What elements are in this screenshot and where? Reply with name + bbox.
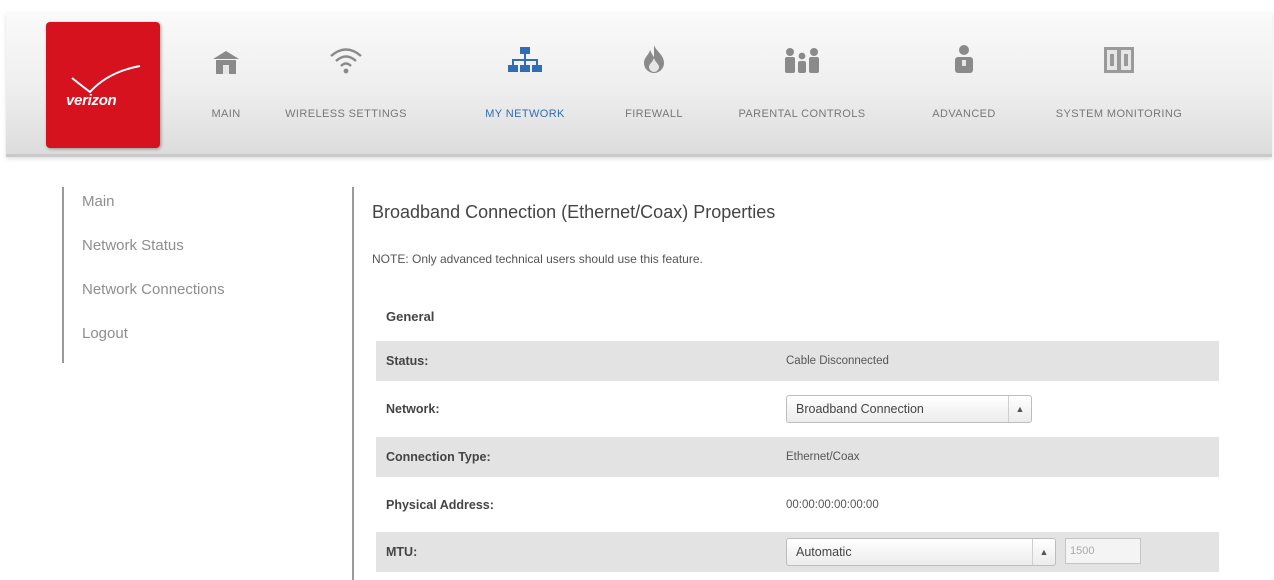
nav-advanced[interactable]: ADVANCED [922,34,1006,146]
section-heading-general: General [386,309,435,324]
nav-label: MAIN [211,108,241,120]
mtu-select[interactable]: Automatic ▲ [786,538,1056,566]
monitor-icon [1103,34,1135,74]
connection-type-value: Ethernet/Coax [786,451,860,463]
page-title: Broadband Connection (Ethernet/Coax) Pro… [372,202,776,222]
nav-my-network[interactable]: MY NETWORK [476,34,574,146]
network-row: Network: Broadband Connection ▲ [376,389,1219,429]
nav-label: ADVANCED [932,108,996,120]
sidebar-divider [62,187,64,363]
sidebar-item-logout[interactable]: Logout [82,325,128,342]
nav-firewall[interactable]: FIREWALL [616,34,692,146]
network-select-value: Broadband Connection [796,402,924,416]
physical-address-row: Physical Address: 00:00:00:00:00:00 [376,485,1219,525]
nav-label: FIREWALL [625,108,683,120]
status-value: Cable Disconnected [786,355,889,367]
mtu-select-value: Automatic [796,545,852,559]
updown-arrows-icon: ▲ [1008,396,1031,422]
verizon-logo[interactable]: verizon [46,22,160,148]
person-icon [952,34,976,74]
network-label: Network: [386,402,440,416]
warning-note: NOTE: Only advanced technical users shou… [372,252,703,266]
nav-label: WIRELESS SETTINGS [285,108,407,120]
flame-icon [642,34,666,74]
nav-wireless-settings[interactable]: WIRELESS SETTINGS [282,34,410,146]
status-row: Status: Cable Disconnected [376,341,1219,381]
nav-system-monitoring[interactable]: SYSTEM MONITORING [1042,34,1196,146]
connection-type-row: Connection Type: Ethernet/Coax [376,437,1219,477]
content-divider [352,187,354,580]
home-icon [212,34,240,74]
sidebar-item-network-status[interactable]: Network Status [82,237,184,254]
sidebar-item-network-connections[interactable]: Network Connections [82,281,225,298]
status-label: Status: [386,354,429,368]
mtu-value-input[interactable] [1065,538,1141,564]
top-navigation-bar: verizon MAIN WIRELESS SETTINGS MY NETWOR… [6,12,1272,157]
network-select[interactable]: Broadband Connection ▲ [786,395,1032,423]
nav-parental-controls[interactable]: PARENTAL CONTROLS [730,34,874,146]
network-icon [508,34,542,74]
nav-label: PARENTAL CONTROLS [738,108,866,120]
updown-arrows-icon: ▲ [1032,539,1055,565]
nav-label: MY NETWORK [485,108,565,120]
logo-text: verizon [66,92,117,109]
wifi-icon [329,34,363,74]
sidebar-item-main[interactable]: Main [82,193,115,210]
mtu-label: MTU: [386,545,418,559]
physical-address-label: Physical Address: [386,498,494,512]
family-icon [782,34,822,74]
physical-address-value: 00:00:00:00:00:00 [786,499,879,511]
nav-main[interactable]: MAIN [196,34,256,146]
nav-label: SYSTEM MONITORING [1055,108,1183,120]
connection-type-label: Connection Type: [386,450,491,464]
mtu-row: MTU: Automatic ▲ [376,532,1219,572]
